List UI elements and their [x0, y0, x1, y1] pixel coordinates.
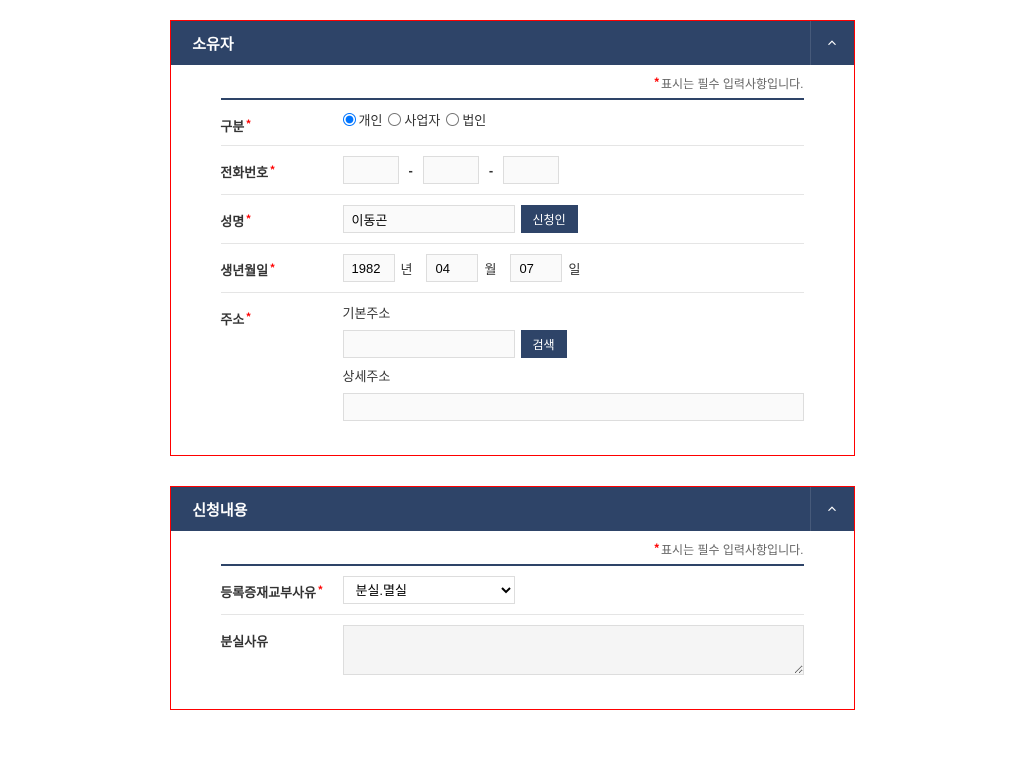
row-birth: 생년월일* 년 월 일 [221, 244, 804, 293]
loss-reason-textarea[interactable] [343, 625, 804, 675]
birth-day-input[interactable] [510, 254, 562, 282]
required-asterisk-icon: * [270, 262, 274, 274]
owner-panel-title: 소유자 [171, 33, 234, 54]
radio-corporation-input[interactable] [446, 113, 459, 126]
required-asterisk-icon: * [270, 164, 274, 176]
day-unit: 일 [568, 259, 580, 278]
request-collapse-toggle[interactable] [810, 487, 854, 531]
radio-business[interactable]: 사업자 [388, 110, 440, 129]
year-unit: 년 [401, 259, 413, 278]
month-unit: 월 [484, 259, 496, 278]
row-owner-type: 구분* 개인 사업자 법인 [221, 100, 804, 146]
owner-type-radio-group: 개인 사업자 법인 [343, 110, 804, 129]
phone-part3-input[interactable] [503, 156, 559, 184]
required-asterisk-icon: * [654, 541, 659, 555]
required-asterisk-icon: * [654, 75, 659, 89]
base-address-label: 기본주소 [343, 303, 804, 322]
chevron-up-icon [825, 36, 839, 50]
label-phone: 전화번호* [221, 156, 343, 181]
name-field: 신청인 [343, 205, 804, 233]
required-note: *표시는 필수 입력사항입니다. [171, 65, 854, 98]
birth-month-input[interactable] [426, 254, 478, 282]
reissue-reason-select[interactable]: 분실.멸실 [343, 576, 515, 604]
owner-form-body: 구분* 개인 사업자 법인 [171, 98, 854, 455]
row-address: 주소* 기본주소 검색 상세주소 [221, 293, 804, 431]
required-note: *표시는 필수 입력사항입니다. [171, 531, 854, 564]
address-search-button[interactable]: 검색 [521, 330, 567, 358]
loss-reason-field [343, 625, 804, 675]
base-address-block: 기본주소 검색 [343, 303, 804, 358]
base-address-group: 검색 [343, 330, 804, 358]
label-address: 주소* [221, 303, 343, 328]
required-asterisk-icon: * [318, 584, 322, 596]
row-reissue-reason: 등록증재교부사유* 분실.멸실 [221, 566, 804, 615]
chevron-up-icon [825, 502, 839, 516]
birth-field: 년 월 일 [343, 254, 804, 282]
request-form-body: 등록증재교부사유* 분실.멸실 분실사유 [171, 564, 854, 709]
owner-panel: 소유자 *표시는 필수 입력사항입니다. 구분* 개인 [170, 20, 855, 456]
label-reissue-reason: 등록증재교부사유* [221, 576, 343, 601]
required-asterisk-icon: * [246, 118, 250, 130]
radio-corporation[interactable]: 법인 [446, 110, 486, 129]
reissue-reason-field: 분실.멸실 [343, 576, 804, 604]
phone-separator: - [405, 163, 417, 178]
label-birth: 생년월일* [221, 254, 343, 279]
detail-address-label: 상세주소 [343, 366, 804, 385]
radio-individual[interactable]: 개인 [343, 110, 383, 129]
required-asterisk-icon: * [246, 213, 250, 225]
name-input[interactable] [343, 205, 515, 233]
phone-part2-input[interactable] [423, 156, 479, 184]
request-panel: 신청내용 *표시는 필수 입력사항입니다. 등록증재교부사유* 분실.멸실 [170, 486, 855, 710]
label-loss-reason: 분실사유 [221, 625, 343, 650]
address-field: 기본주소 검색 상세주소 [343, 303, 804, 421]
row-loss-reason: 분실사유 [221, 615, 804, 685]
detail-address-input[interactable] [343, 393, 804, 421]
label-name: 성명* [221, 205, 343, 230]
birth-year-input[interactable] [343, 254, 395, 282]
request-panel-title: 신청내용 [171, 499, 248, 520]
label-owner-type: 구분* [221, 110, 343, 135]
phone-part1-input[interactable] [343, 156, 399, 184]
phone-separator: - [485, 163, 497, 178]
base-address-input[interactable] [343, 330, 515, 358]
applicant-button[interactable]: 신청인 [521, 205, 578, 233]
required-asterisk-icon: * [246, 311, 250, 323]
detail-address-block: 상세주소 [343, 366, 804, 421]
radio-individual-input[interactable] [343, 113, 356, 126]
owner-panel-header: 소유자 [171, 21, 854, 65]
request-panel-header: 신청내용 [171, 487, 854, 531]
row-phone: 전화번호* - - [221, 146, 804, 195]
phone-field: - - [343, 156, 804, 184]
row-name: 성명* 신청인 [221, 195, 804, 244]
radio-business-input[interactable] [388, 113, 401, 126]
owner-collapse-toggle[interactable] [810, 21, 854, 65]
